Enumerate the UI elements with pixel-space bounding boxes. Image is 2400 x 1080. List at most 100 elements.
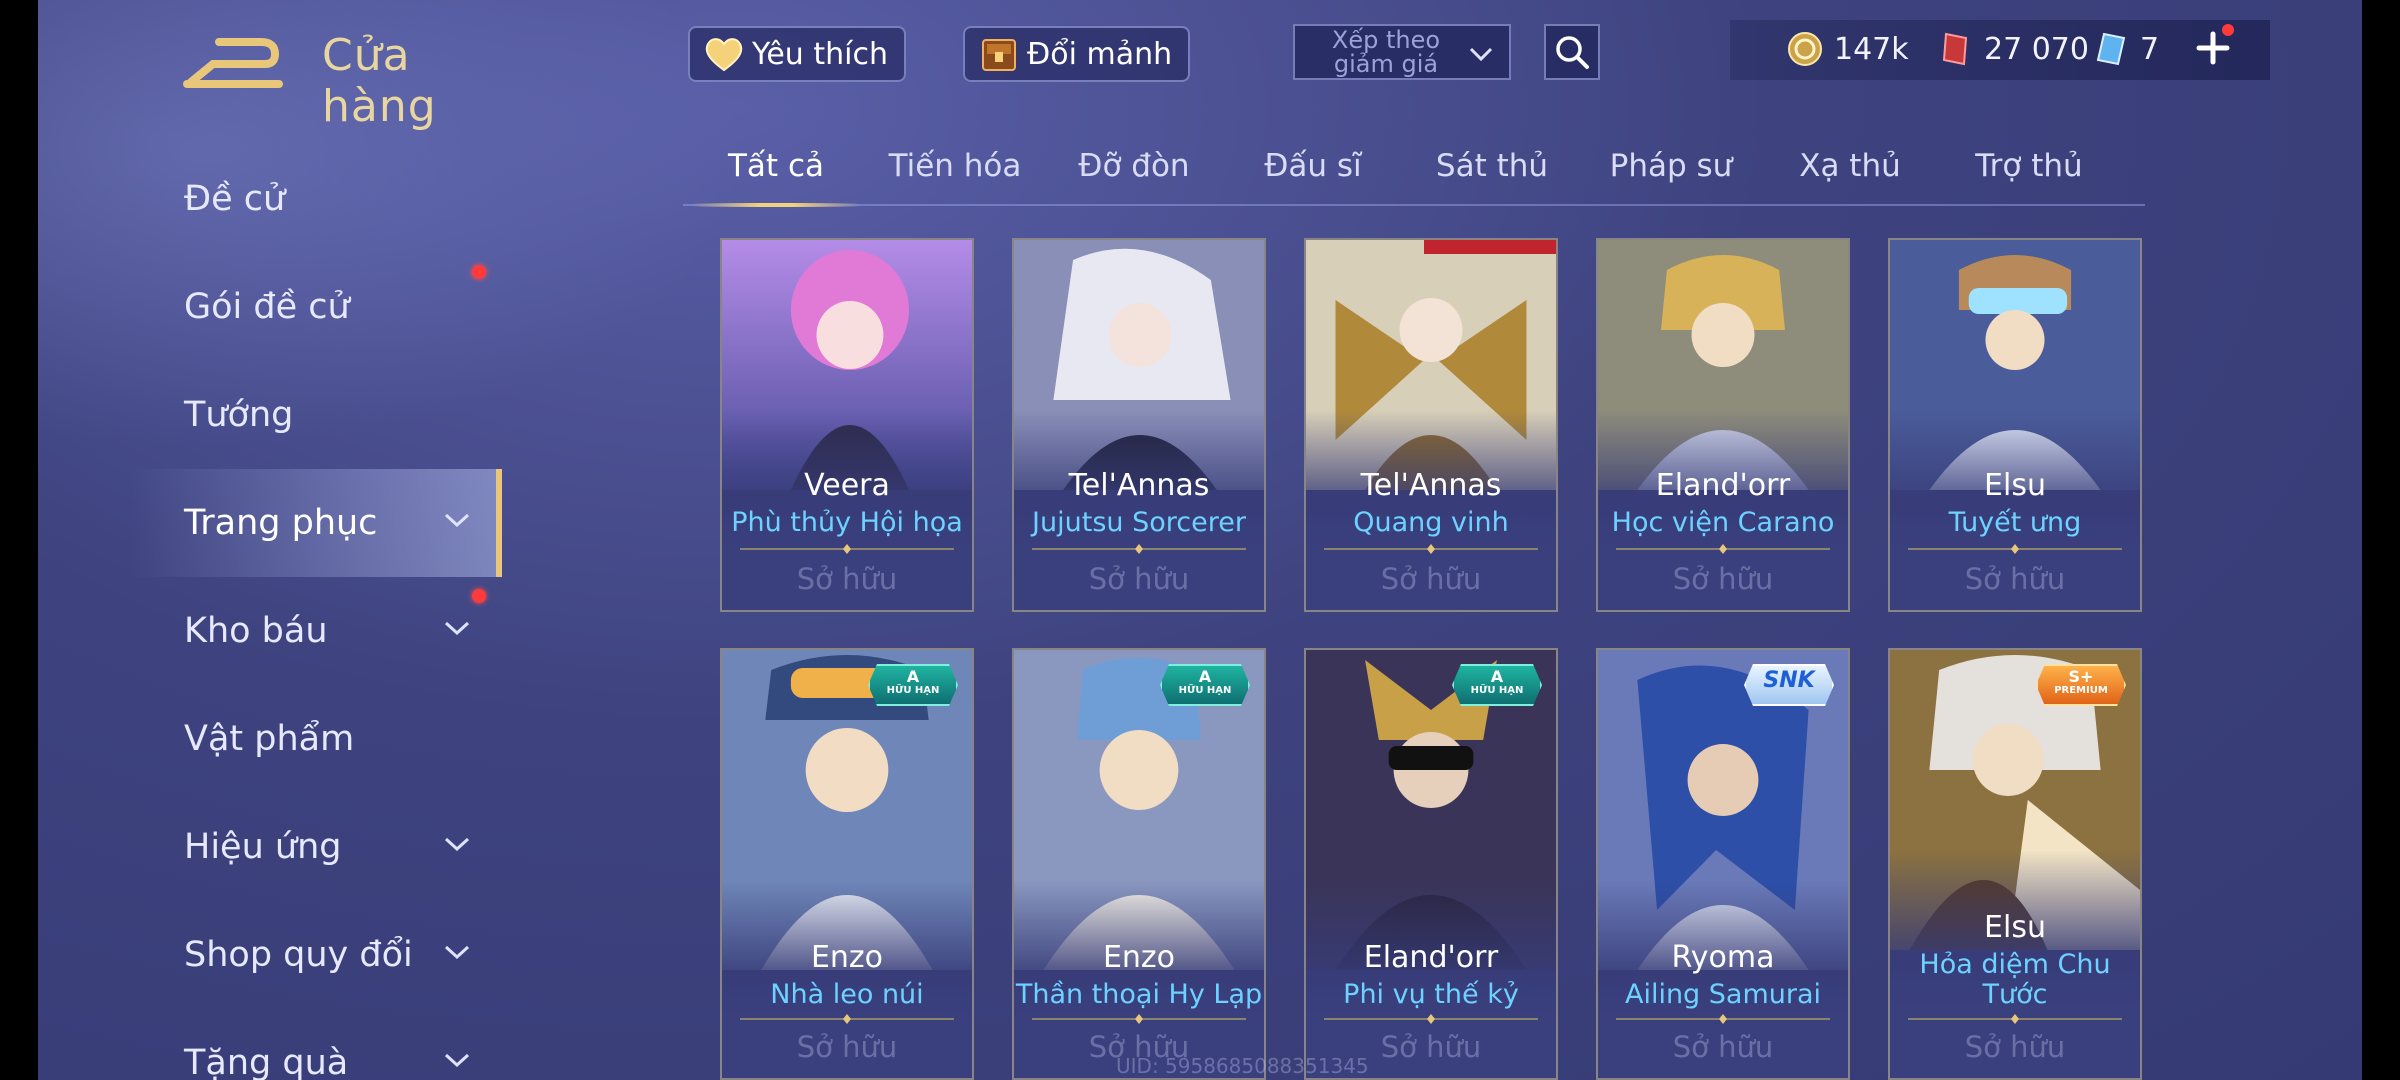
active-tab-indicator (691, 203, 861, 207)
skin-card[interactable]: S+ PREMIUM Elsu Hỏa diệm Chu Tước Sở hữu (1888, 648, 2142, 1080)
sidebar-item-trang-phuc[interactable]: Trang phục (38, 469, 502, 577)
owned-status: Sở hữu (1380, 562, 1482, 596)
back-button[interactable] (183, 32, 283, 92)
skin-card[interactable]: A HỮU HẠN Enzo Thần thoại Hy Lạp Sở hữu (1012, 648, 1266, 1080)
hero-name: Enzo (1102, 940, 1176, 975)
skin-card[interactable]: A HỮU HẠN Enzo Nhà leo núi Sở hữu (720, 648, 974, 1080)
sidebar-item-hieu-ung[interactable]: Hiệu ứng (38, 793, 500, 901)
skin-card[interactable]: A HỮU HẠN Eland'orr Phi vụ thế kỷ Sở hữu (1304, 648, 1558, 1080)
sidebar-item-goi-de-cu[interactable]: Gói đề cử (38, 253, 500, 361)
divider-ornament (1616, 1014, 1830, 1024)
coupon-amount: 27 070 (1984, 31, 2089, 67)
tier-a-limited-badge: A HỮU HẠN (868, 664, 958, 706)
badge-sub: HỮU HẠN (1178, 685, 1232, 696)
owned-status: Sở hữu (1088, 562, 1190, 596)
ticket-currency: 7 (2092, 30, 2159, 68)
sidebar-item-kho-bau[interactable]: Kho báu (38, 577, 500, 685)
badge-sub: HỮU HẠN (1470, 685, 1524, 696)
red-coupon-icon (1942, 32, 1968, 66)
divider-ornament (1616, 544, 1830, 554)
notification-dot (2222, 24, 2234, 36)
divider-ornament (1908, 544, 2122, 554)
tab-tien-hoa[interactable]: Tiến hóa (870, 148, 1040, 184)
notification-dot (472, 589, 486, 603)
ticket-amount: 7 (2140, 31, 2160, 67)
divider-ornament (1032, 544, 1246, 554)
tab-label: Đấu sĩ (1264, 148, 1362, 184)
sidebar-item-label: Trang phục (184, 503, 378, 543)
tier-s-plus-premium-badge: S+ PREMIUM (2036, 664, 2126, 706)
tab-label: Tất cả (728, 148, 824, 184)
chevron-down-icon (444, 621, 470, 636)
exchange-fragments-button[interactable]: Đổi mảnh (963, 26, 1191, 82)
sort-label: Xếp theo giảm giá (1331, 26, 1441, 78)
sidebar-item-label: Gói đề cử (184, 287, 350, 327)
divider-ornament (740, 1014, 954, 1024)
sidebar-item-label: Kho báu (184, 611, 328, 651)
sidebar-item-tang-qua[interactable]: Tặng quà (38, 1009, 500, 1080)
skin-card[interactable]: Tel'Annas Jujutsu Sorcerer Sở hữu (1012, 238, 1266, 612)
chevron-down-icon (444, 837, 470, 852)
skin-card[interactable]: Tel'Annas Quang vinh Sở hữu (1304, 238, 1558, 612)
sidebar-item-label: Hiệu ứng (184, 827, 342, 867)
chevron-down-icon (444, 945, 470, 960)
skin-name: Tuyết ưng (1948, 507, 2082, 538)
skin-card[interactable]: Eland'orr Học viện Carano Sở hữu (1596, 238, 1850, 612)
badge-tier: A (1198, 667, 1212, 686)
tab-dau-si[interactable]: Đấu sĩ (1228, 148, 1398, 184)
hero-name: Eland'orr (1363, 940, 1499, 975)
skin-name: Học viện Carano (1611, 507, 1835, 538)
sidebar-item-tuong[interactable]: Tướng (38, 361, 500, 469)
sidebar-item-label: Shop quy đổi (184, 935, 413, 975)
skin-card[interactable]: Veera Phù thủy Hội họa Sở hữu (720, 238, 974, 612)
sidebar-item-shop-quy-doi[interactable]: Shop quy đổi (38, 901, 500, 1009)
skin-card[interactable]: SNK Ryoma Ailing Samurai Sở hữu (1596, 648, 1850, 1080)
skin-name: Ailing Samurai (1624, 979, 1822, 1010)
skin-name: Nhà leo núi (770, 979, 924, 1010)
owned-status: Sở hữu (1672, 1030, 1774, 1064)
divider-ornament (1324, 1014, 1538, 1024)
chevron-down-icon (1469, 47, 1493, 62)
badge-tier: A (906, 667, 920, 686)
search-icon (1556, 36, 1589, 69)
skin-name: Hỏa diệm Chu Tước (1919, 949, 2111, 1010)
favorite-label: Yêu thích (752, 36, 888, 72)
tab-label: Đỡ đòn (1078, 148, 1190, 184)
tab-label: Sát thủ (1435, 148, 1549, 184)
notification-dot (472, 265, 486, 279)
skin-card[interactable]: Elsu Tuyết ưng Sở hữu (1888, 238, 2142, 612)
badge-tier: S+ (2068, 667, 2094, 686)
sidebar-item-label: Đề cử (184, 179, 286, 219)
tab-tat-ca[interactable]: Tất cả (691, 148, 861, 184)
hero-name: Veera (804, 468, 890, 503)
search-button[interactable] (1544, 24, 1600, 80)
hero-name: Ryoma (1671, 940, 1775, 975)
gold-amount: 147k (1834, 31, 1909, 67)
sidebar-item-label: Vật phẩm (184, 719, 355, 759)
ticket-icon (2096, 32, 2126, 66)
sidebar-item-de-cu[interactable]: Đề cử (38, 145, 500, 253)
snk-collab-badge: SNK (1744, 664, 1834, 706)
tab-do-don[interactable]: Đỡ đòn (1049, 148, 1219, 184)
tab-sat-thu[interactable]: Sát thủ (1407, 148, 1577, 184)
sidebar-item-vat-pham[interactable]: Vật phẩm (38, 685, 500, 793)
tab-tro-thu[interactable]: Trợ thủ (1944, 148, 2114, 184)
tab-phap-su[interactable]: Pháp sư (1586, 148, 1756, 184)
skin-name: Thần thoại Hy Lạp (1015, 979, 1263, 1010)
hero-name: Tel'Annas (1068, 468, 1210, 503)
sidebar-item-label: Tặng quà (184, 1043, 349, 1080)
sort-dropdown[interactable]: Xếp theo giảm giá (1293, 24, 1511, 80)
gold-coin-icon (1788, 32, 1822, 66)
tier-a-limited-badge: A HỮU HẠN (1160, 664, 1250, 706)
skin-name: Phù thủy Hội họa (731, 507, 963, 538)
tab-xa-thu[interactable]: Xạ thủ (1765, 148, 1935, 184)
badge-sub: PREMIUM (2054, 685, 2108, 696)
sidebar-item-label: Tướng (184, 395, 294, 435)
coupon-currency: 27 070 (1936, 30, 2089, 68)
divider-ornament (1032, 1014, 1246, 1024)
hero-name: Tel'Annas (1360, 468, 1502, 503)
favorite-button[interactable]: Yêu thích (688, 26, 906, 82)
tab-label: Trợ thủ (1975, 148, 2083, 184)
tab-label: Pháp sư (1609, 148, 1733, 184)
skin-name: Phi vụ thế kỷ (1343, 979, 1519, 1010)
